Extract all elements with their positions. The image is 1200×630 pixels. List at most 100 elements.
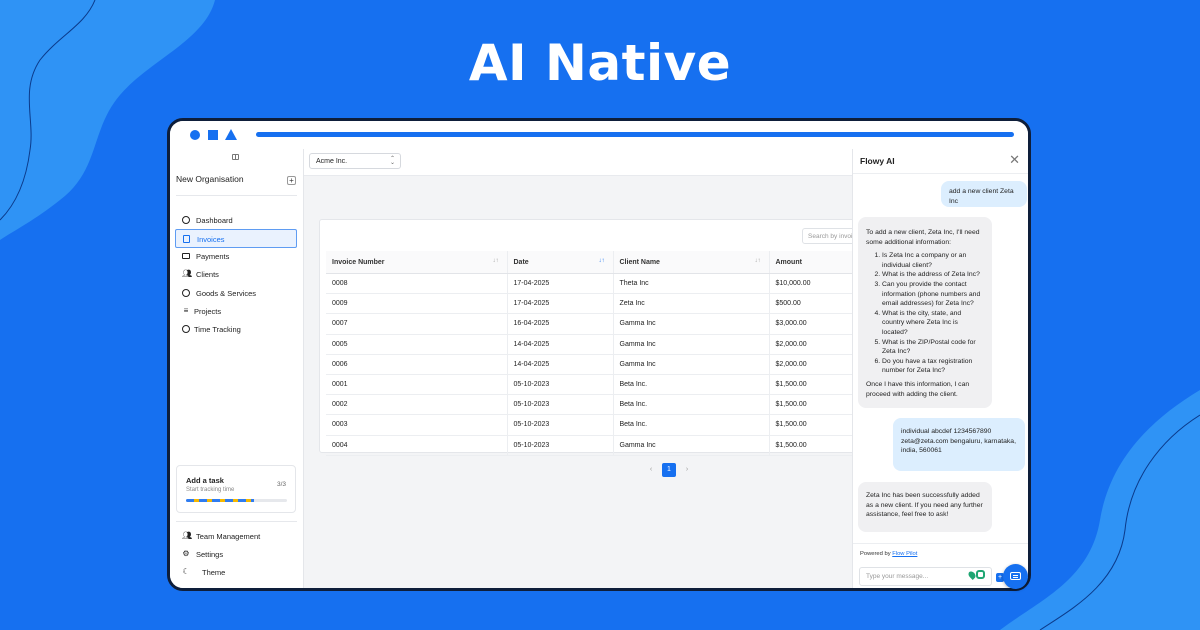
table-row[interactable]: 0003 05-10-2023 Beta Inc. $1,500.00	[326, 414, 886, 436]
table-cell: 05-10-2023	[506, 374, 613, 396]
sidebar-item-time-tracking[interactable]: Time Tracking	[175, 320, 297, 339]
address-bar[interactable]	[256, 132, 1014, 137]
table-row[interactable]: 0009 17-04-2025 Zeta Inc $500.00	[326, 293, 886, 315]
main-content: Acme Inc. ⌃ ⌄ Search by invoice Invoice N…	[304, 149, 886, 588]
table-cell: 0004	[326, 435, 507, 456]
sort-icon[interactable]: ↓↑	[755, 258, 761, 264]
table-cell: 0002	[326, 394, 507, 416]
message-text: Once I have this information, I can proc…	[866, 380, 970, 398]
table-row[interactable]: 0002 05-10-2023 Beta Inc. $1,500.00	[326, 394, 886, 416]
column-header-label: Client Name	[619, 258, 660, 266]
question-item: What is the ZIP/Postal code for Zeta Inc…	[882, 338, 984, 357]
square-icon	[208, 130, 218, 140]
question-item: What is the city, state, and country whe…	[882, 309, 984, 338]
sidebar-item-settings[interactable]: ⚙ Settings	[175, 545, 297, 564]
table-cell: Gamma Inc	[612, 435, 769, 456]
user-message: add a new client Zeta Inc	[941, 181, 1027, 207]
column-header-client-name[interactable]: Client Name ↓↑	[612, 251, 769, 274]
sidebar-item-theme[interactable]: ☾ Theme	[175, 563, 297, 582]
message-text: individual abcdef 1234567890 zeta@zeta.c…	[901, 428, 1016, 455]
task-title: Add a task	[186, 476, 224, 485]
powered-by-label: Powered by	[860, 551, 891, 557]
triangle-icon	[225, 129, 237, 140]
invoices-table: Invoice Number ↓↑ Date ↓↑ Client Name ↓↑ Am…	[326, 251, 886, 456]
table-cell: 0008	[326, 273, 507, 295]
user-message: individual abcdef 1234567890 zeta@zeta.c…	[893, 418, 1025, 471]
table-cell: 0006	[326, 354, 507, 375]
sidebar-item-label: Goods & Services	[196, 289, 257, 298]
organisation-select[interactable]: Acme Inc. ⌃ ⌄	[309, 153, 401, 169]
cash-icon	[182, 253, 190, 259]
assistant-message: To add a new client, Zeta Inc, I'll need…	[858, 217, 992, 408]
app-window: New Organisation + Dashboard Invoices Pa…	[167, 118, 1031, 591]
table-cell: Beta Inc.	[612, 414, 769, 436]
table-cell: 0007	[326, 313, 507, 335]
table-row[interactable]: 0005 14-04-2025 Gamma Inc $2,000.00	[326, 334, 886, 355]
attachment-icon[interactable]	[976, 570, 985, 579]
question-list: Is Zeta Inc a company or an individual c…	[866, 251, 984, 376]
sidebar-item-clients[interactable]: 👥︎ Clients	[175, 265, 297, 284]
box-icon	[182, 289, 190, 297]
table-cell: 17-04-2025	[506, 273, 613, 295]
organisation-select-value: Acme Inc.	[316, 158, 348, 165]
sidebar-item-goods-services[interactable]: Goods & Services	[175, 284, 297, 303]
powered-by: Powered by Flow Pilot	[860, 551, 917, 557]
table-row[interactable]: 0001 05-10-2023 Beta Inc. $1,500.00	[326, 374, 886, 396]
column-header-label: Amount	[775, 258, 802, 266]
invoices-table-body: 0008 17-04-2025 Theta Inc $10,000.00 0009 17-…	[326, 273, 886, 456]
sidebar: New Organisation + Dashboard Invoices Pa…	[170, 149, 304, 588]
hero-title: AI Native	[468, 34, 732, 92]
sidebar-collapse-icon[interactable]	[232, 154, 239, 160]
pagination-prev-button[interactable]: ‹	[644, 463, 658, 477]
column-header-date[interactable]: Date ↓↑	[506, 251, 613, 274]
close-icon[interactable]: ✕	[1009, 153, 1020, 166]
gear-icon: ⚙	[182, 549, 190, 558]
pagination-next-button[interactable]: ›	[680, 463, 694, 477]
main-header: Acme Inc. ⌃ ⌄	[304, 149, 852, 176]
chat-title: Flowy AI	[860, 156, 895, 166]
table-cell: Beta Inc.	[612, 374, 769, 396]
circle-icon	[190, 130, 200, 140]
table-cell: 0009	[326, 293, 507, 315]
add-organisation-button[interactable]: +	[287, 176, 296, 185]
pagination-page-button[interactable]: 1	[662, 463, 676, 477]
table-cell: 17-04-2025	[506, 293, 613, 315]
organisation-name[interactable]: New Organisation	[176, 174, 244, 184]
table-row[interactable]: 0008 17-04-2025 Theta Inc $10,000.00	[326, 273, 886, 295]
table-cell: 05-10-2023	[506, 435, 613, 456]
list-icon: ≡	[183, 306, 189, 315]
column-header-label: Date	[513, 258, 529, 266]
table-cell: 16-04-2025	[506, 313, 613, 335]
table-cell: Theta Inc	[612, 273, 769, 295]
task-count: 3/3	[276, 481, 286, 488]
sidebar-item-team-management[interactable]: 👥︎ Team Management	[175, 527, 297, 546]
sort-icon[interactable]: ↓↑	[493, 258, 499, 264]
sidebar-item-label: Invoices	[197, 235, 225, 244]
sidebar-item-projects[interactable]: ≡ Projects	[175, 302, 297, 321]
sidebar-item-payments[interactable]: Payments	[175, 247, 297, 266]
chat-icon	[1010, 572, 1021, 580]
sidebar-item-dashboard[interactable]: Dashboard	[175, 211, 297, 230]
chat-fab-button[interactable]	[1003, 564, 1028, 589]
task-subtitle: Start tracking time	[186, 487, 235, 493]
message-text: Zeta Inc has been successfully added as …	[866, 492, 983, 519]
sidebar-item-label: Payments	[196, 252, 230, 261]
column-header-invoice-number[interactable]: Invoice Number ↓↑	[326, 251, 507, 274]
divider	[853, 543, 1028, 544]
invoices-card: Search by invoice Invoice Number ↓↑ Date ↓…	[319, 219, 886, 456]
question-item: Do you have a tax registration number fo…	[882, 357, 984, 376]
flow-pilot-link[interactable]: Flow Pilot	[892, 551, 917, 557]
sidebar-item-label: Dashboard	[196, 216, 233, 225]
table-cell: Gamma Inc	[612, 313, 769, 335]
add-task-card[interactable]: Add a task Start tracking time 3/3	[176, 465, 296, 513]
task-progress-fill	[186, 499, 254, 502]
gauge-icon	[182, 216, 190, 224]
clock-icon	[182, 325, 190, 333]
table-cell: Beta Inc.	[612, 394, 769, 416]
table-cell: Gamma Inc	[612, 354, 769, 375]
sidebar-item-invoices[interactable]: Invoices	[175, 229, 297, 248]
table-row[interactable]: 0004 05-10-2023 Gamma Inc $1,500.00	[326, 435, 886, 456]
sort-icon[interactable]: ↓↑	[599, 258, 605, 264]
table-row[interactable]: 0007 16-04-2025 Gamma Inc $3,000.00	[326, 313, 886, 335]
table-row[interactable]: 0006 14-04-2025 Gamma Inc $2,000.00	[326, 354, 886, 375]
